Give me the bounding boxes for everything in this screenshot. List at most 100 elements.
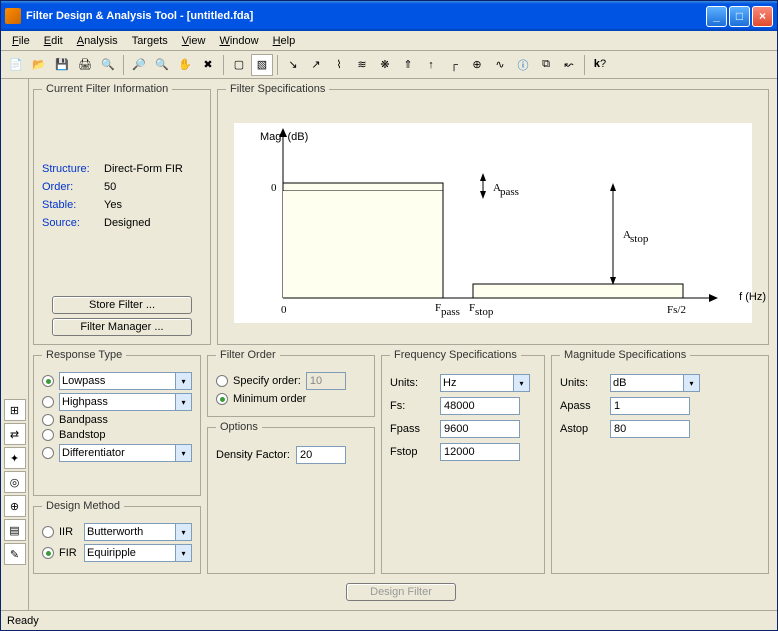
fpass-input[interactable]: 9600: [440, 420, 520, 438]
magnitude-response-icon[interactable]: ▧: [251, 54, 273, 76]
mag-units-label: Units:: [560, 377, 604, 389]
bandpass-label: Bandpass: [59, 414, 108, 426]
specify-order-input[interactable]: 10: [306, 372, 346, 390]
radio-lowpass[interactable]: [42, 375, 54, 387]
chevron-down-icon[interactable]: ▾: [175, 394, 191, 410]
zoom-out-icon[interactable]: 🔍: [151, 54, 173, 76]
magnitude-specifications: Magnitude Specifications Units: dB▾ Apass…: [551, 349, 769, 574]
order-value: 50: [104, 181, 116, 193]
round-icon[interactable]: ⊕: [466, 54, 488, 76]
lowpass-combo[interactable]: Lowpass▾: [59, 372, 192, 390]
menu-view[interactable]: View: [175, 33, 213, 49]
maximize-button[interactable]: □: [729, 6, 750, 27]
svg-text:pass: pass: [441, 306, 460, 318]
menu-file[interactable]: File: [5, 33, 37, 49]
frequency-specifications: Frequency Specifications Units:Hz▾ Fs:48…: [381, 349, 545, 574]
toolbar: 📄 📂 💾 🖨 🔍 🔎 🔍 ✋ ✖ ▢ ▧ ↘ ↗ ⌇ ≋ ❋ ⇑ ↑ ┌ ⊕ …: [1, 51, 777, 79]
print-preview-icon[interactable]: 🔍: [97, 54, 119, 76]
mag-units-combo[interactable]: dB▾: [610, 374, 700, 392]
store-filter-button[interactable]: Store Filter ...: [52, 296, 192, 314]
apass-input[interactable]: 1: [610, 397, 690, 415]
response-icon[interactable]: ↜: [558, 54, 580, 76]
chevron-down-icon[interactable]: ▾: [175, 524, 191, 540]
filter-specs-icon[interactable]: ▢: [228, 54, 250, 76]
new-icon[interactable]: 📄: [5, 54, 27, 76]
fs-input[interactable]: 48000: [440, 397, 520, 415]
impulse-response-icon[interactable]: ❋: [374, 54, 396, 76]
sidebar-btn-1[interactable]: ⊞: [4, 399, 26, 421]
group-delay-icon[interactable]: ⌇: [328, 54, 350, 76]
fo-legend: Filter Order: [216, 349, 280, 361]
radio-min-order[interactable]: [216, 393, 228, 405]
sidebar-btn-5[interactable]: ⊕: [4, 495, 26, 517]
zero-tick: 0: [271, 182, 277, 194]
svg-text:stop: stop: [475, 306, 494, 318]
x-axis-label: f (Hz): [739, 291, 766, 303]
fpass-label: Fpass: [390, 423, 434, 435]
specify-label: Specify order:: [233, 375, 301, 387]
mag-legend: Magnitude Specifications: [560, 349, 690, 361]
zoom-full-icon[interactable]: ✖: [197, 54, 219, 76]
radio-iir[interactable]: [42, 526, 54, 538]
filter-coef-icon[interactable]: ┌: [443, 54, 465, 76]
current-filter-info: Current Filter Information Structure:Dir…: [33, 83, 211, 345]
highpass-combo[interactable]: Highpass▾: [59, 393, 192, 411]
menu-help[interactable]: Help: [266, 33, 303, 49]
chevron-down-icon[interactable]: ▾: [683, 375, 699, 391]
iir-combo[interactable]: Butterworth▾: [84, 523, 192, 541]
menu-targets[interactable]: Targets: [125, 33, 175, 49]
radio-specify-order[interactable]: [216, 375, 228, 387]
chevron-down-icon[interactable]: ▾: [513, 375, 529, 391]
step-response-icon[interactable]: ⇑: [397, 54, 419, 76]
magnitude-icon[interactable]: ∿: [489, 54, 511, 76]
radio-fir[interactable]: [42, 547, 54, 559]
fir-combo[interactable]: Equiripple▾: [84, 544, 192, 562]
bandstop-label: Bandstop: [59, 429, 105, 441]
radio-diff[interactable]: [42, 447, 54, 459]
radio-highpass[interactable]: [42, 396, 54, 408]
fstop-input[interactable]: 12000: [440, 443, 520, 461]
freq-legend: Frequency Specifications: [390, 349, 521, 361]
phase-response-icon[interactable]: ↘: [282, 54, 304, 76]
zoom-in-icon[interactable]: 🔎: [128, 54, 150, 76]
fir-label: FIR: [59, 547, 79, 559]
filter-specifications: Filter Specifications: [217, 83, 769, 345]
freq-units-combo[interactable]: Hz▾: [440, 374, 530, 392]
minimize-button[interactable]: _: [706, 6, 727, 27]
sidebar-btn-7[interactable]: ✎: [4, 543, 26, 565]
chevron-down-icon[interactable]: ▾: [175, 545, 191, 561]
sidebar-btn-6[interactable]: ▤: [4, 519, 26, 541]
svg-text:pass: pass: [500, 186, 519, 198]
filter-manager-button[interactable]: Filter Manager ...: [52, 318, 192, 336]
radio-bandpass[interactable]: [42, 414, 54, 426]
save-icon[interactable]: 💾: [51, 54, 73, 76]
open-icon[interactable]: 📂: [28, 54, 50, 76]
design-filter-button[interactable]: Design Filter: [346, 583, 456, 601]
phase-delay-icon[interactable]: ≋: [351, 54, 373, 76]
menu-window[interactable]: Window: [212, 33, 265, 49]
help-icon[interactable]: 𝐤?: [589, 54, 611, 76]
print-icon[interactable]: 🖨: [74, 54, 96, 76]
sidebar-btn-4[interactable]: ◎: [4, 471, 26, 493]
chevron-down-icon[interactable]: ▾: [175, 373, 191, 389]
mag-phase-icon[interactable]: ↗: [305, 54, 327, 76]
close-button[interactable]: ×: [752, 6, 773, 27]
dm-legend: Design Method: [42, 500, 124, 512]
menu-analysis[interactable]: Analysis: [70, 33, 125, 49]
pan-icon[interactable]: ✋: [174, 54, 196, 76]
chevron-down-icon[interactable]: ▾: [175, 445, 191, 461]
sidebar-btn-2[interactable]: ⇄: [4, 423, 26, 445]
menu-edit[interactable]: Edit: [37, 33, 70, 49]
info-icon[interactable]: ⓘ: [512, 54, 534, 76]
sidebar-btn-3[interactable]: ✦: [4, 447, 26, 469]
apass-label: Apass: [560, 400, 604, 412]
diff-combo[interactable]: Differentiator▾: [59, 444, 192, 462]
units-label: Units:: [390, 377, 434, 389]
overlay-icon[interactable]: ⧉: [535, 54, 557, 76]
radio-bandstop[interactable]: [42, 429, 54, 441]
density-input[interactable]: 20: [296, 446, 346, 464]
source-label: Source:: [42, 217, 104, 229]
astop-input[interactable]: 80: [610, 420, 690, 438]
pole-zero-icon[interactable]: ↑: [420, 54, 442, 76]
titlebar[interactable]: Filter Design & Analysis Tool - [untitle…: [1, 1, 777, 31]
